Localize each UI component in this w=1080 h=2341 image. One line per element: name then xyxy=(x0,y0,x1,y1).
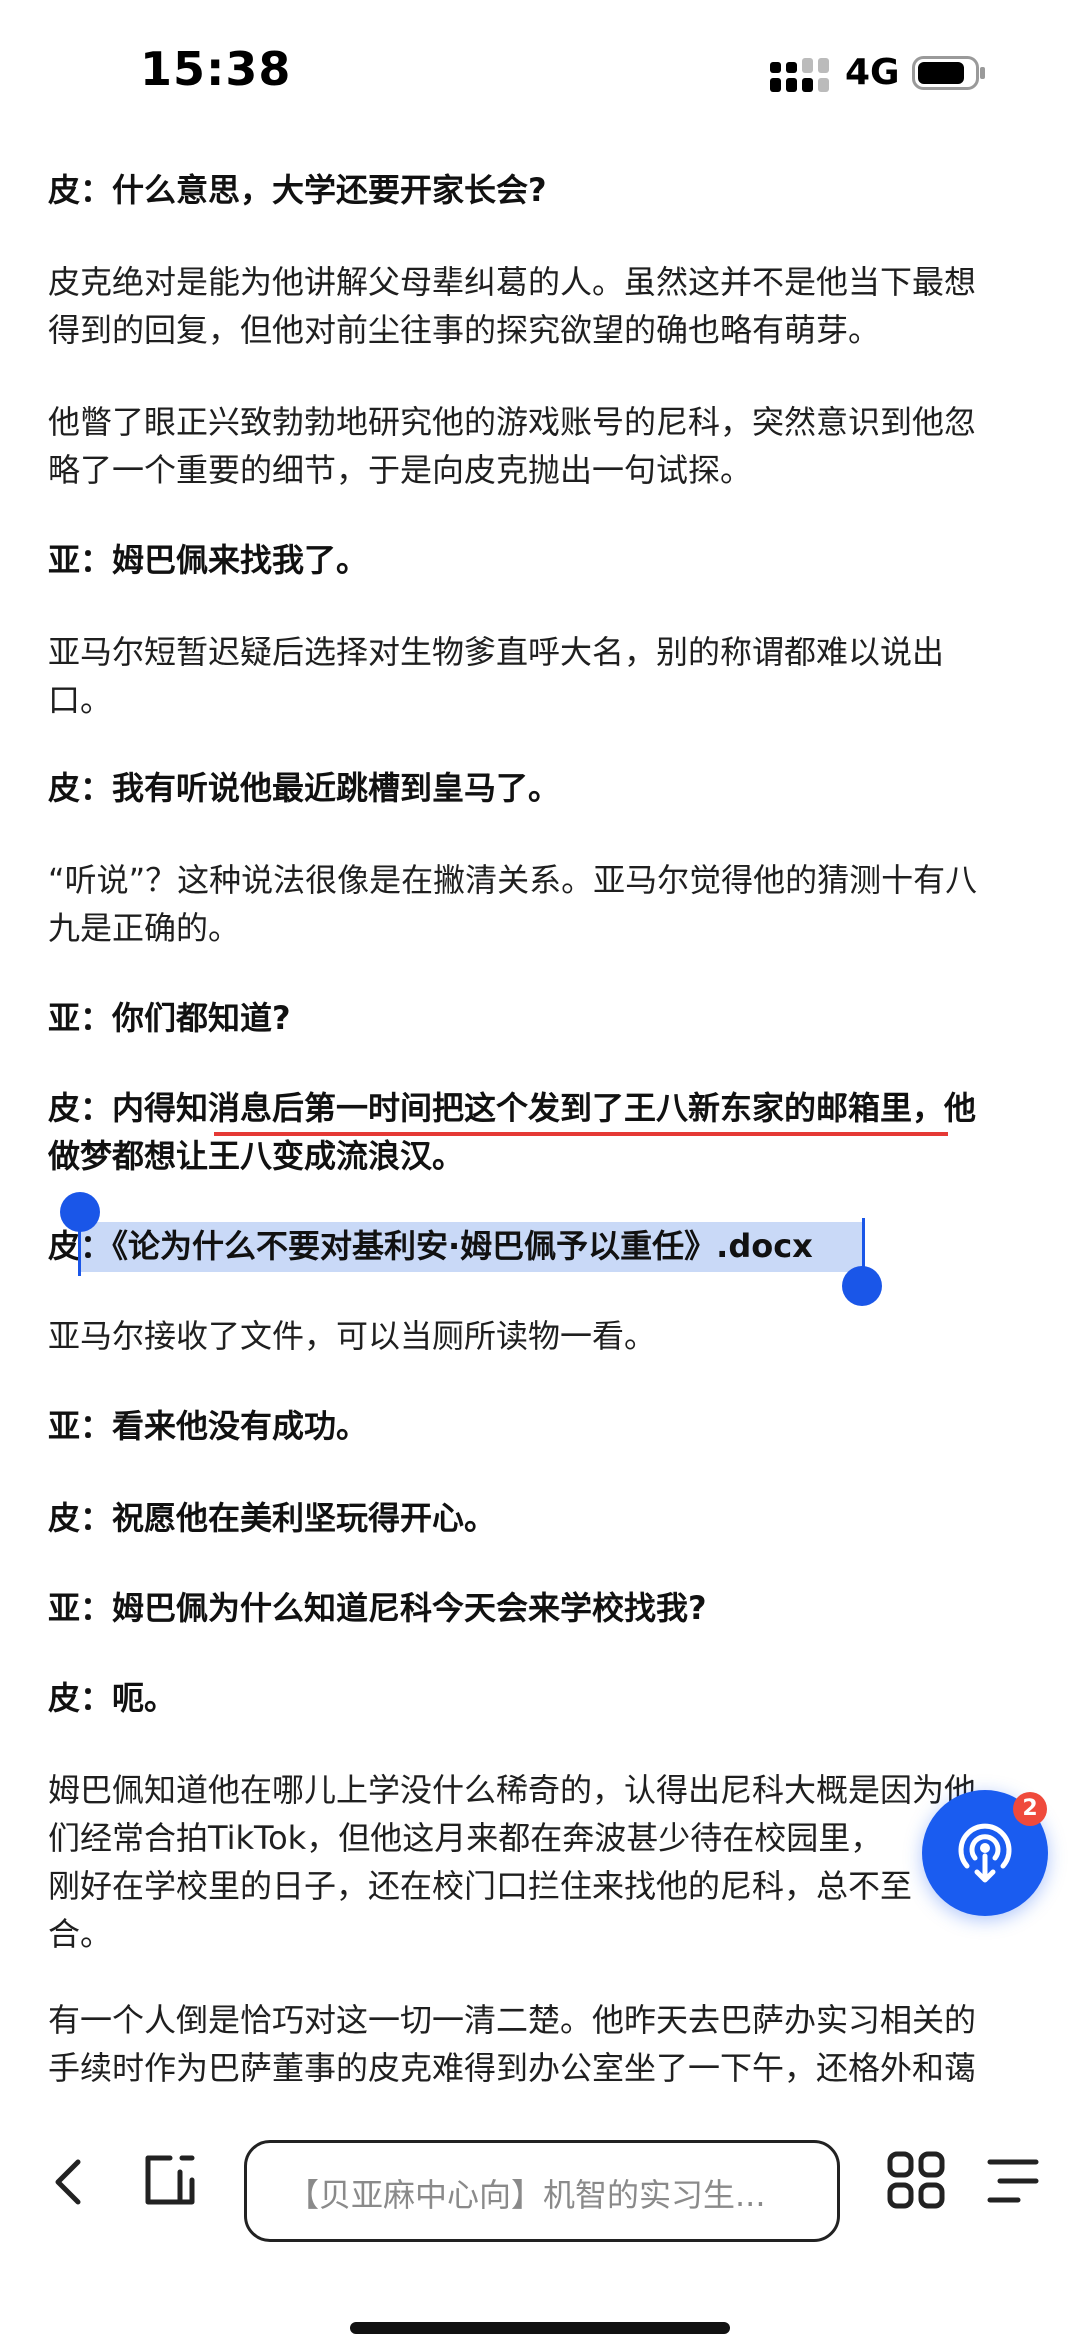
battery-icon xyxy=(912,56,985,90)
paragraph: “听说”？这种说法很像是在撇清关系。亚马尔觉得他的猜测十有八 九是正确的。 xyxy=(48,856,1038,952)
paragraph-line: 亚：你们都知道? xyxy=(48,999,291,1037)
paragraph-line: 亚马尔接收了文件，可以当厕所读物一看。 xyxy=(48,1317,657,1355)
selection-end-handle[interactable] xyxy=(842,1266,882,1306)
paragraph-line: “听说”？这种说法很像是在撇清关系。亚马尔觉得他的猜测十有八 xyxy=(48,861,978,899)
paragraph: 皮：祝愿他在美利坚玩得开心。 xyxy=(48,1494,1038,1542)
paragraph: 皮克绝对是能为他讲解父母辈纠葛的人。虽然这并不是他当下最想 得到的回复，但他对前… xyxy=(48,258,1038,354)
paragraph-line: 手续时作为巴萨董事的皮克难得到办公室坐了一下午，还格外和蔼 xyxy=(48,2049,977,2087)
address-bar[interactable]: 【贝亚麻中心向】机智的实习生... xyxy=(244,2140,840,2242)
status-bar: 15:38 4G xyxy=(0,0,1080,140)
paragraph-line: 皮：《论为什么不要对基利安·姆巴佩予以重任》.docx xyxy=(48,1227,813,1265)
paragraph: 他瞥了眼正兴致勃勃地研究他的游戏账号的尼科，突然意识到他忽 略了一个重要的细节，… xyxy=(48,398,1038,494)
paragraph-line: 姆巴佩知道他在哪儿上学没什么稀奇的，认得出尼科大概是因为他 xyxy=(48,1771,977,1809)
paragraph-line: 皮克绝对是能为他讲解父母辈纠葛的人。虽然这并不是他当下最想 xyxy=(48,263,977,301)
menu-icon[interactable] xyxy=(986,2156,1040,2206)
address-bar-title: 【贝亚麻中心向】机智的实习生... xyxy=(287,2176,766,2214)
paragraph-line: 亚：姆巴佩为什么知道尼科今天会来学校找我? xyxy=(48,1589,707,1627)
paragraph-line: 得到的回复，但他对前尘往事的探究欲望的确也略有萌芽。 xyxy=(48,311,881,349)
paragraph-line: 皮：祝愿他在美利坚玩得开心。 xyxy=(48,1499,497,1537)
paragraph-line: 他瞥了眼正兴致勃勃地研究他的游戏账号的尼科，突然意识到他忽 xyxy=(48,403,977,441)
paragraph: 皮：什么意思，大学还要开家长会? xyxy=(48,166,1038,214)
paragraph: 亚：看来他没有成功。 xyxy=(48,1402,1038,1450)
paragraph-line: 刚好在学校里的日子，还在校门口拦住来找他的尼科，总不至 xyxy=(48,1867,913,1905)
paragraph-line: 皮：什么意思，大学还要开家长会? xyxy=(48,171,547,209)
text-underline-annotation xyxy=(214,1132,948,1136)
paragraph: 亚马尔接收了文件，可以当厕所读物一看。 xyxy=(48,1312,1038,1360)
paragraph-line: 亚：姆巴佩来找我了。 xyxy=(48,541,369,579)
home-indicator[interactable] xyxy=(350,2322,730,2334)
paragraph: 皮：我有听说他最近跳槽到皇马了。 xyxy=(48,764,1038,812)
grid-icon[interactable] xyxy=(886,2150,946,2210)
selection-start-handle[interactable] xyxy=(60,1192,100,1232)
paragraph: 亚：姆巴佩来找我了。 xyxy=(48,536,1038,584)
paragraph: 亚：姆巴佩为什么知道尼科今天会来学校找我? xyxy=(48,1584,1038,1632)
network-type: 4G xyxy=(845,52,900,93)
paragraph: 亚：你们都知道? xyxy=(48,994,1038,1042)
paragraph-line: 亚马尔短暂迟疑后选择对生物爹直呼大名，别的称谓都难以说出 xyxy=(48,633,945,671)
back-icon[interactable] xyxy=(44,2152,94,2212)
paragraph-line: 有一个人倒是恰巧对这一切一清二楚。他昨天去巴萨办实习相关的 xyxy=(48,2001,977,2039)
paragraph-line: 皮：呃。 xyxy=(48,1679,177,1717)
tabs-icon[interactable] xyxy=(140,2150,200,2210)
paragraph-line: 们经常合拍TikTok，但他这月来都在奔波甚少待在校园里， xyxy=(48,1819,883,1857)
paragraph-line-underlined: 皮：内得知消息后第一时间把这个发到了王八新东家的邮箱里，他 xyxy=(48,1089,977,1127)
selected-paragraph[interactable]: 皮：《论为什么不要对基利安·姆巴佩予以重任》.docx xyxy=(48,1222,1038,1270)
paragraph: 亚马尔短暂迟疑后选择对生物爹直呼大名，别的称谓都难以说出 口。 xyxy=(48,628,1038,724)
podcast-icon xyxy=(958,1823,1012,1883)
paragraph-line: 做梦都想让王八变成流浪汉。 xyxy=(48,1137,465,1175)
paragraph-line: 合。 xyxy=(48,1915,113,1953)
paragraph-line: 九是正确的。 xyxy=(48,909,241,947)
status-time: 15:38 xyxy=(140,42,292,96)
paragraph-line: 亚：看来他没有成功。 xyxy=(48,1407,369,1445)
paragraph-line: 略了一个重要的细节，于是向皮克抛出一句试探。 xyxy=(48,451,753,489)
paragraph: 姆巴佩知道他在哪儿上学没什么稀奇的，认得出尼科大概是因为他 们经常合拍TikTo… xyxy=(48,1766,1038,1958)
paragraph: 皮：呃。 xyxy=(48,1674,1038,1722)
paragraph-line: 口。 xyxy=(48,681,113,719)
paragraph-line: 皮：我有听说他最近跳槽到皇马了。 xyxy=(48,769,561,807)
paragraph: 有一个人倒是恰巧对这一切一清二楚。他昨天去巴萨办实习相关的 手续时作为巴萨董事的… xyxy=(48,1996,1038,2092)
signal-strength-icon xyxy=(770,58,829,92)
notification-badge: 2 xyxy=(1013,1792,1047,1826)
